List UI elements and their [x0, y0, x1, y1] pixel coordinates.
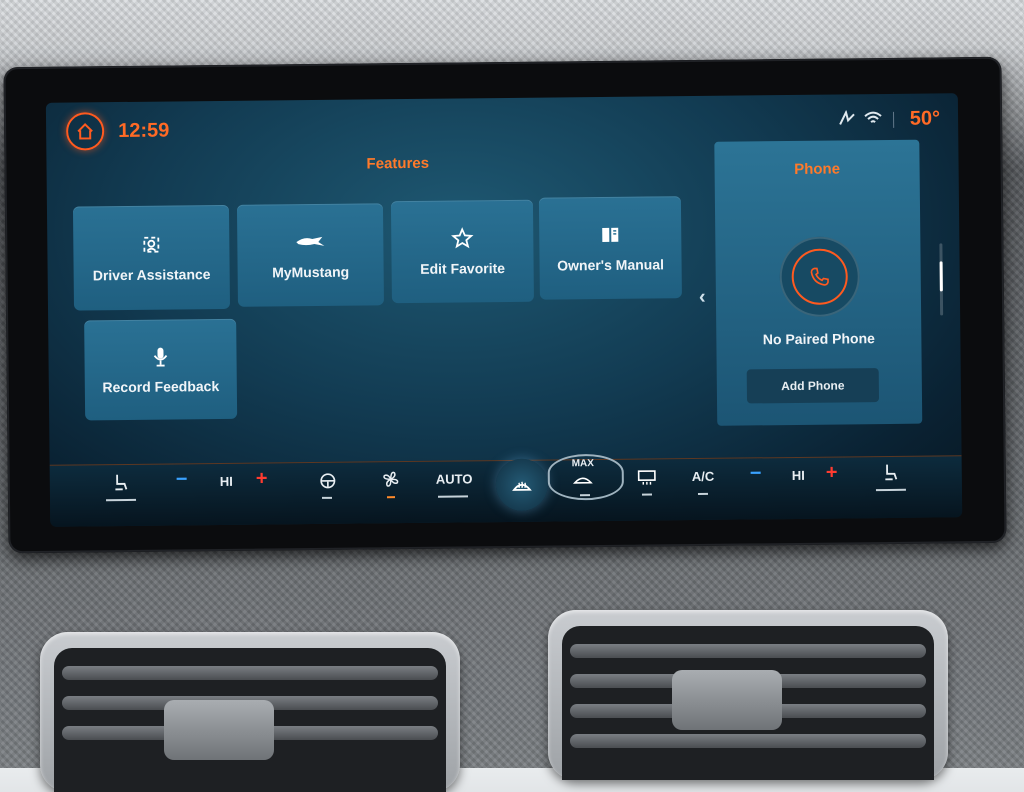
add-phone-button[interactable]: Add Phone [746, 368, 880, 404]
infotainment-screen: 12:59 50° Features Driver Assistance MyM… [45, 93, 963, 527]
rear-defrost-level [641, 493, 653, 496]
status-icons [838, 110, 882, 126]
fan-level [386, 496, 396, 499]
right-air-vent [548, 610, 948, 780]
outside-temperature: 50° [909, 107, 941, 130]
tile-label: Driver Assistance [92, 266, 211, 284]
max-defrost-level [579, 494, 591, 497]
collapse-panel-chevron-icon[interactable]: ‹ [699, 286, 706, 309]
driver-assistance-tile[interactable]: Driver Assistance [72, 204, 231, 311]
left-air-vent [40, 632, 460, 792]
mustang-logo-icon [296, 236, 325, 246]
scroll-thumb[interactable] [939, 261, 943, 292]
driver-seat-heat-icon[interactable] [110, 471, 132, 493]
mymustang-tile[interactable]: MyMustang [236, 203, 384, 307]
passenger-temp-down-button[interactable]: − [750, 462, 762, 485]
driver-temp-down-button[interactable]: − [176, 468, 188, 491]
phone-panel: Phone No Paired Phone Add Phone [714, 139, 923, 426]
fan-icon[interactable] [380, 468, 402, 490]
auto-climate-button[interactable]: AUTO [436, 471, 473, 486]
screen-bezel: 12:59 50° Features Driver Assistance MyM… [3, 56, 1007, 554]
home-icon [77, 122, 93, 140]
status-separator [892, 111, 895, 128]
ac-button[interactable]: A/C [692, 469, 715, 484]
front-defrost-button[interactable] [495, 458, 549, 512]
owners-manual-tile[interactable]: Owner's Manual [538, 196, 682, 300]
passenger-seat-level [875, 488, 906, 492]
auto-level [437, 495, 469, 498]
driver-seat-level [106, 498, 137, 502]
driver-temp-value: HI [219, 473, 233, 489]
tile-label: MyMustang [272, 263, 350, 281]
clock: 12:59 [118, 119, 170, 143]
max-defrost-label[interactable]: MAX [572, 458, 594, 469]
phone-title: Phone [794, 160, 841, 178]
phone-ring [791, 248, 849, 305]
passenger-seat-heat-icon[interactable] [880, 461, 902, 483]
record-feedback-tile[interactable]: Record Feedback [84, 318, 238, 421]
ac-level [697, 492, 708, 495]
defrost-icon [512, 481, 532, 491]
microphone-icon [153, 347, 168, 367]
star-icon [451, 227, 474, 249]
driver-temp-up-button[interactable]: + [256, 467, 268, 490]
tile-label: Record Feedback [102, 377, 220, 396]
home-button[interactable] [65, 112, 105, 151]
edit-favorite-tile[interactable]: Edit Favorite [390, 199, 534, 304]
signal-icon [839, 110, 855, 125]
steering-wheel-heat-icon[interactable] [318, 471, 338, 491]
page-scroll-indicator[interactable] [939, 243, 944, 316]
phone-icon [810, 267, 829, 286]
climate-bar: − HI + AUTO MAX A/C − HI + [49, 453, 963, 527]
wifi-icon [864, 111, 882, 123]
phone-button[interactable] [779, 236, 861, 318]
steering-heat-level [321, 496, 333, 499]
features-title: Features [366, 154, 430, 173]
passenger-temp-value: HI [791, 467, 805, 484]
phone-status: No Paired Phone [762, 330, 875, 348]
max-defrost-icon[interactable] [572, 470, 594, 488]
book-icon [602, 227, 619, 242]
rear-defrost-icon[interactable] [636, 467, 658, 485]
passenger-temp-up-button[interactable]: + [826, 462, 838, 485]
tile-label: Owner's Manual [557, 256, 665, 274]
tile-label: Edit Favorite [420, 259, 506, 277]
driver-assist-icon [143, 236, 160, 253]
